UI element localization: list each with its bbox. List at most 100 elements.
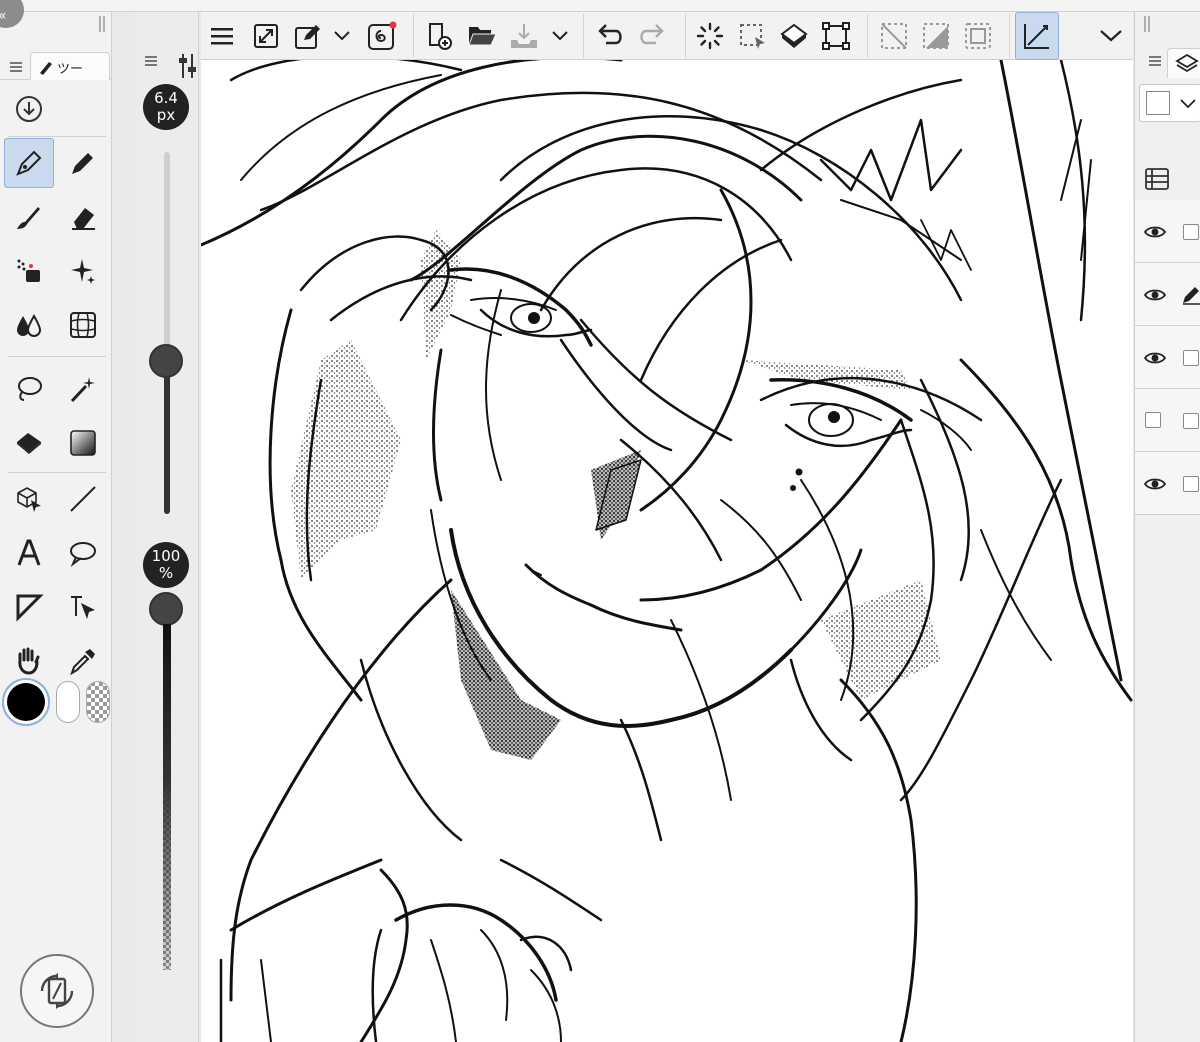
layer-row[interactable] — [1135, 263, 1200, 326]
blend-tool[interactable] — [4, 300, 54, 350]
undo-button[interactable] — [591, 18, 629, 54]
eraser-icon — [72, 208, 95, 230]
transform-icon — [822, 22, 850, 50]
cube-cursor-icon — [17, 487, 41, 512]
layer-row[interactable] — [1135, 200, 1200, 263]
open-button[interactable] — [463, 18, 501, 54]
lasso-tool[interactable] — [4, 364, 54, 414]
brush-size-readout: 6.4 px — [143, 84, 189, 130]
layer-visibility-toggle[interactable] — [1143, 220, 1167, 244]
mesh-tool[interactable] — [58, 300, 108, 350]
save-button[interactable] — [505, 18, 543, 54]
transparent-color-swatch[interactable] — [86, 681, 110, 723]
collapse-left-icon[interactable]: « — [0, 0, 28, 32]
toolbar-separator — [867, 14, 868, 58]
save-dropdown[interactable] — [545, 18, 575, 54]
modify-button[interactable] — [289, 18, 327, 54]
opacity-value: 100 — [151, 547, 181, 565]
slider-settings-icon[interactable] — [177, 52, 199, 80]
opacity-slider[interactable] — [163, 624, 171, 970]
deselect-button[interactable] — [875, 18, 913, 54]
line-icon — [70, 486, 96, 512]
panel-grip-icon[interactable] — [98, 16, 108, 32]
snap-button[interactable] — [1015, 12, 1059, 60]
sub-color-swatch[interactable] — [56, 681, 80, 723]
layer-row[interactable] — [1135, 326, 1200, 389]
frame-tool[interactable] — [4, 582, 54, 632]
snap-ruler-icon — [1024, 24, 1049, 49]
operation-tool[interactable] — [4, 474, 54, 524]
toolbar-separator — [685, 14, 686, 58]
size-panel-menu-icon[interactable] — [145, 56, 157, 66]
menu-button[interactable] — [203, 18, 241, 54]
pencil-icon — [72, 153, 93, 174]
panel-grip-icon[interactable] — [1143, 16, 1153, 32]
tool-tab[interactable]: ツー — [30, 52, 110, 80]
transform-button[interactable] — [817, 18, 855, 54]
expand-diagonal-icon — [254, 24, 278, 48]
pencil-tool[interactable] — [58, 138, 108, 188]
brush-tool[interactable] — [4, 192, 54, 242]
lasso-icon — [18, 377, 42, 401]
new-file-icon — [429, 23, 452, 50]
invert-selection-button[interactable] — [917, 18, 955, 54]
new-canvas-button[interactable] — [421, 18, 459, 54]
layer-row[interactable] — [1135, 452, 1200, 515]
layer-visibility-toggle[interactable] — [1143, 283, 1167, 307]
toolbar-separator — [1009, 14, 1010, 58]
brush-icon — [17, 207, 40, 229]
mesh-icon — [70, 312, 96, 338]
layer-visibility-toggle[interactable] — [1143, 346, 1167, 370]
command-bar — [201, 12, 1133, 60]
spiral-icon — [368, 21, 397, 50]
edit-box-icon — [295, 25, 320, 49]
screen-rotate-button[interactable] — [20, 954, 94, 1028]
eye-icon — [1144, 226, 1166, 238]
layer-thumbnail — [1183, 350, 1199, 366]
layer-pencil-icon — [1183, 287, 1200, 305]
layer-visibility-toggle[interactable] — [1143, 472, 1167, 496]
layer-color-dropdown[interactable] — [1139, 84, 1200, 122]
tool-separator — [8, 472, 106, 473]
eraser-tool[interactable] — [58, 192, 108, 242]
decoration-tool[interactable] — [58, 246, 108, 296]
layer-row[interactable] — [1135, 389, 1200, 452]
tool-menu-icon[interactable] — [10, 62, 22, 72]
layer-visibility-toggle-off[interactable] — [1145, 412, 1161, 428]
brush-size-knob[interactable] — [149, 344, 183, 378]
layer-menu-icon[interactable] — [1149, 56, 1161, 66]
airbrush-icon — [17, 259, 40, 282]
brush-size-slider[interactable] — [164, 152, 170, 514]
selection-border-button[interactable] — [959, 18, 997, 54]
drawing-canvas[interactable] — [201, 60, 1133, 1042]
download-tool[interactable] — [4, 84, 54, 134]
brush-size-unit: px — [156, 106, 176, 124]
companion-button[interactable] — [363, 18, 401, 54]
layer-property-icon[interactable] — [1145, 168, 1169, 190]
layer-thumbnail — [1183, 413, 1199, 429]
text-tool[interactable] — [4, 528, 54, 578]
text-a-icon — [17, 539, 41, 566]
fill-tool[interactable] — [4, 418, 54, 468]
gradient-tool[interactable] — [58, 418, 108, 468]
eye-icon — [1144, 289, 1166, 301]
opacity-knob[interactable] — [149, 592, 183, 626]
download-circle-icon — [16, 96, 42, 122]
select-all-button[interactable] — [733, 18, 771, 54]
ruler-cursor-icon — [71, 596, 95, 619]
magic-wand-tool[interactable] — [58, 364, 108, 414]
balloon-tool[interactable] — [58, 528, 108, 578]
pen-tool[interactable] — [4, 138, 54, 188]
redo-button[interactable] — [633, 18, 671, 54]
airbrush-tool[interactable] — [4, 246, 54, 296]
modify-dropdown[interactable] — [327, 18, 357, 54]
eyedropper-icon — [70, 649, 95, 676]
fill-button[interactable] — [775, 18, 813, 54]
ruler-tool[interactable] — [58, 582, 108, 632]
main-color-swatch[interactable] — [2, 678, 50, 726]
toolbar-more-button[interactable] — [1093, 18, 1129, 54]
eyedropper-tool[interactable] — [58, 636, 108, 686]
fit-view-button[interactable] — [247, 18, 285, 54]
line-tool[interactable] — [58, 474, 108, 524]
layer-tab[interactable] — [1167, 48, 1200, 78]
